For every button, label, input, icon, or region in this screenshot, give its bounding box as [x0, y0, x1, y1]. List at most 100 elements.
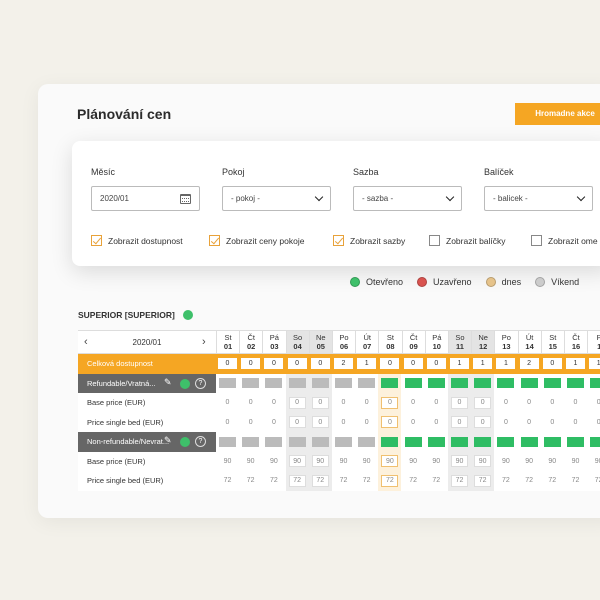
closed-block[interactable]: [219, 436, 236, 447]
price-cell[interactable]: 90: [518, 452, 541, 472]
rate-status-cell[interactable]: [541, 432, 564, 452]
availability-cell[interactable]: 1: [448, 354, 471, 374]
price-cell[interactable]: 0: [518, 413, 541, 433]
price-cell[interactable]: 72: [448, 471, 471, 491]
availability-cell[interactable]: 2: [518, 354, 541, 374]
price-cell[interactable]: 72: [587, 471, 600, 491]
price-cell[interactable]: 0: [239, 393, 262, 413]
price-cell[interactable]: 72: [541, 471, 564, 491]
checkbox[interactable]: [209, 235, 220, 246]
price-cell[interactable]: 72: [471, 471, 494, 491]
price-cell[interactable]: 0: [448, 393, 471, 413]
rate-status-cell[interactable]: [587, 374, 600, 394]
price-cell[interactable]: 0: [262, 413, 285, 433]
help-icon[interactable]: ?: [195, 436, 206, 447]
price-cell[interactable]: 0: [541, 393, 564, 413]
availability-cell[interactable]: 0: [286, 354, 309, 374]
price-cell[interactable]: 90: [471, 452, 494, 472]
room-select[interactable]: - pokoj -: [222, 186, 331, 211]
price-cell[interactable]: 0: [471, 393, 494, 413]
day-header[interactable]: So 11: [448, 331, 471, 353]
availability-cell[interactable]: 0: [402, 354, 425, 374]
closed-block[interactable]: [288, 378, 306, 389]
availability-cell[interactable]: 0: [378, 354, 401, 374]
rate-status-cell[interactable]: [518, 432, 541, 452]
price-cell[interactable]: 0: [587, 413, 600, 433]
availability-cell[interactable]: 0: [541, 354, 564, 374]
open-block[interactable]: [543, 378, 561, 389]
rate-status-cell[interactable]: [332, 374, 355, 394]
open-block[interactable]: [590, 436, 600, 447]
closed-block[interactable]: [265, 378, 283, 389]
rate-status-cell[interactable]: [541, 374, 564, 394]
open-block[interactable]: [451, 378, 468, 389]
availability-cell[interactable]: 1: [564, 354, 587, 374]
day-header[interactable]: Ne 05: [308, 331, 332, 353]
rate-status-cell[interactable]: [471, 374, 494, 394]
price-cell[interactable]: 0: [286, 413, 309, 433]
price-cell[interactable]: 90: [448, 452, 471, 472]
price-cell[interactable]: 90: [402, 452, 425, 472]
closed-block[interactable]: [335, 436, 352, 447]
rate-status-cell[interactable]: [286, 432, 309, 452]
price-cell[interactable]: 90: [332, 452, 355, 472]
price-cell[interactable]: 72: [309, 471, 332, 491]
price-cell[interactable]: 0: [309, 393, 332, 413]
price-cell[interactable]: 72: [355, 471, 378, 491]
price-cell[interactable]: 0: [286, 393, 309, 413]
availability-cell[interactable]: 0: [425, 354, 448, 374]
open-block[interactable]: [520, 436, 538, 447]
open-block[interactable]: [427, 378, 445, 389]
closed-block[interactable]: [335, 378, 352, 389]
price-cell[interactable]: 0: [494, 393, 517, 413]
price-cell[interactable]: 72: [286, 471, 309, 491]
calendar-icon[interactable]: [180, 193, 191, 204]
availability-cell[interactable]: 1: [355, 354, 378, 374]
price-cell[interactable]: 0: [564, 393, 587, 413]
chevron-right-icon[interactable]: ›: [202, 336, 206, 348]
package-select[interactable]: - balicek -: [484, 186, 593, 211]
rate-status-cell[interactable]: [262, 432, 285, 452]
availability-cell[interactable]: 0: [262, 354, 285, 374]
rate-status-cell[interactable]: [518, 374, 541, 394]
open-block[interactable]: [404, 436, 422, 447]
open-block[interactable]: [381, 436, 399, 447]
price-cell[interactable]: 0: [518, 393, 541, 413]
price-cell[interactable]: 72: [494, 471, 517, 491]
rate-status-cell[interactable]: [402, 432, 425, 452]
day-header[interactable]: Pá 10: [424, 331, 448, 353]
day-header[interactable]: Čt 02: [239, 331, 262, 353]
rate-select[interactable]: - sazba -: [353, 186, 462, 211]
rate-status-cell[interactable]: [216, 432, 239, 452]
checkbox-option[interactable]: Zobrazit balíčky: [429, 235, 506, 246]
rate-status-cell[interactable]: [471, 432, 494, 452]
checkbox-option[interactable]: Zobrazit ome: [531, 235, 598, 246]
price-cell[interactable]: 0: [332, 413, 355, 433]
day-header[interactable]: St 01: [216, 331, 239, 353]
checkbox[interactable]: [429, 235, 440, 246]
open-block[interactable]: [497, 378, 515, 389]
availability-cell[interactable]: 0: [216, 354, 239, 374]
day-header[interactable]: Ne 12: [471, 331, 495, 353]
help-icon[interactable]: ?: [195, 377, 206, 389]
rate-status-cell[interactable]: [309, 432, 332, 452]
rate-status-cell[interactable]: [564, 374, 587, 394]
rate-status-cell[interactable]: [494, 432, 517, 452]
price-cell[interactable]: 0: [378, 393, 401, 413]
price-cell[interactable]: 72: [332, 471, 355, 491]
day-header[interactable]: Út 14: [517, 331, 541, 353]
rate-status-cell[interactable]: [309, 374, 332, 394]
price-cell[interactable]: 72: [216, 471, 239, 491]
day-header[interactable]: Po 06: [332, 331, 355, 353]
rate-status-cell[interactable]: [587, 432, 600, 452]
price-cell[interactable]: 0: [448, 413, 471, 433]
closed-block[interactable]: [358, 378, 376, 389]
rate-status-cell[interactable]: [425, 374, 448, 394]
rate-status-cell[interactable]: [448, 432, 471, 452]
checkbox[interactable]: [91, 235, 102, 246]
availability-cell[interactable]: 0: [309, 354, 332, 374]
price-cell[interactable]: 0: [587, 393, 600, 413]
price-cell[interactable]: 0: [216, 413, 239, 433]
price-cell[interactable]: 72: [518, 471, 541, 491]
rate-status-cell[interactable]: [378, 374, 401, 394]
